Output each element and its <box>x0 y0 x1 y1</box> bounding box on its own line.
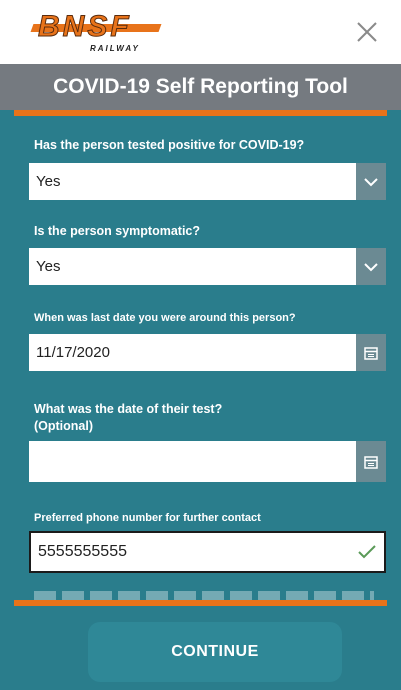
checkmark-icon <box>358 545 376 559</box>
test-date-field[interactable] <box>29 441 386 482</box>
symptomatic-select[interactable]: Yes <box>29 248 386 285</box>
page-title: COVID-19 Self Reporting Tool <box>53 75 348 98</box>
close-button[interactable] <box>349 14 385 50</box>
close-icon <box>357 22 377 42</box>
phone-input[interactable]: 5555555555 <box>29 531 386 573</box>
bottom-divider <box>14 600 387 606</box>
app-header: BNSF RAILWAY <box>0 0 401 64</box>
symptomatic-select-toggle[interactable] <box>356 248 386 285</box>
top-divider <box>14 110 387 116</box>
question-phone-label: Preferred phone number for further conta… <box>34 512 261 524</box>
positive-select-toggle[interactable] <box>356 163 386 200</box>
symptomatic-select-value: Yes <box>36 258 61 275</box>
last-date-calendar-button[interactable] <box>356 334 386 371</box>
valid-check <box>350 545 384 559</box>
chevron-down-icon <box>364 262 378 271</box>
calendar-icon <box>364 455 378 469</box>
test-date-calendar-button[interactable] <box>356 441 386 482</box>
positive-select-value: Yes <box>36 173 61 190</box>
question-test-date-label: What was the date of their test? (Option… <box>34 402 223 433</box>
last-date-field[interactable]: 11/17/2020 <box>29 334 386 371</box>
calendar-icon <box>364 346 378 360</box>
continue-button[interactable]: CONTINUE <box>88 622 342 682</box>
last-date-value: 11/17/2020 <box>36 344 110 361</box>
title-bar: COVID-19 Self Reporting Tool <box>0 64 401 110</box>
question-last-date-label: When was last date you were around this … <box>34 312 296 324</box>
continue-label: CONTINUE <box>171 643 259 660</box>
question-symptomatic-label: Is the person symptomatic? <box>34 224 201 238</box>
positive-select[interactable]: Yes <box>29 163 386 200</box>
phone-input-value: 5555555555 <box>38 543 127 560</box>
question-positive-label: Has the person tested positive for COVID… <box>34 138 305 152</box>
chevron-down-icon <box>364 177 378 186</box>
bnsf-logo: BNSF RAILWAY <box>28 10 168 54</box>
